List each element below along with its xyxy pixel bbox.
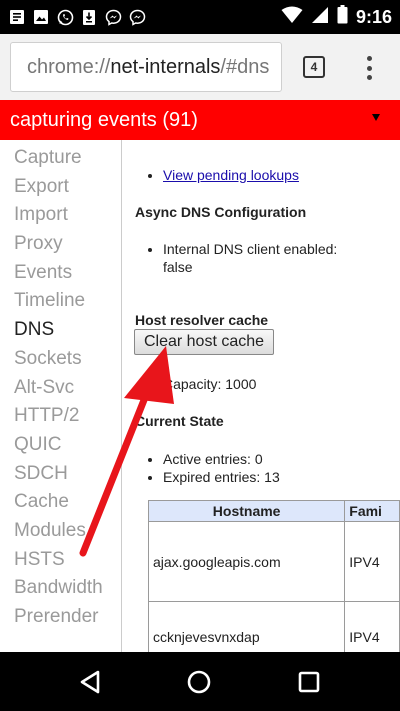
back-icon[interactable] <box>72 664 108 700</box>
url-path: /#dns <box>220 55 270 78</box>
list-item: Active entries: 0 <box>163 450 280 468</box>
browser-toolbar: chrome://net-internals/#dns 4 <box>0 34 400 100</box>
url-host: net-internals <box>110 55 221 78</box>
sidebar-item-sdch[interactable]: SDCH <box>0 460 121 489</box>
address-bar[interactable]: chrome://net-internals/#dns <box>10 42 282 92</box>
navigation-bar <box>0 652 400 711</box>
capture-status-banner[interactable]: capturing events (91) <box>0 100 400 140</box>
list-item: Internal DNS client enabled: false <box>163 240 337 276</box>
dns-panel: View pending lookups Async DNS Configura… <box>123 140 400 652</box>
current-state-heading: Current State <box>135 413 224 429</box>
sidebar-item-http2[interactable]: HTTP/2 <box>0 402 121 431</box>
hostname-cell: ajax.googleapis.com <box>147 521 346 602</box>
sidebar-item-capture[interactable]: Capture <box>0 144 121 173</box>
messenger-icon <box>128 8 146 26</box>
host-cache-table: Hostname Fami ajax.googleapis.com IPV4 c… <box>147 500 400 652</box>
clock: 9:16 <box>355 6 392 27</box>
list-item: View pending lookups <box>163 166 299 184</box>
tab-switcher-button[interactable]: 4 <box>303 56 325 78</box>
tab-count: 4 <box>310 60 318 74</box>
notification-icons <box>8 8 146 26</box>
sidebar-item-import[interactable]: Import <box>0 201 121 230</box>
dropdown-arrow-icon[interactable] <box>372 114 380 121</box>
async-dns-heading: Async DNS Configuration <box>135 204 307 220</box>
overflow-menu-icon[interactable] <box>360 54 378 82</box>
sidebar-item-modules[interactable]: Modules <box>0 517 121 546</box>
list-item: Capacity: 1000 <box>163 375 256 393</box>
sidebar-item-export[interactable]: Export <box>0 173 121 202</box>
sidebar-item-alt-svc[interactable]: Alt-Svc <box>0 374 121 403</box>
messenger-icon <box>104 8 122 26</box>
internal-dns-value: false <box>163 259 193 275</box>
family-cell: IPV4 <box>344 521 400 602</box>
async-dns-list: Internal DNS client enabled: false <box>123 240 337 276</box>
gallery-icon <box>32 8 50 26</box>
system-indicators: 9:16 <box>281 5 392 29</box>
sidebar-item-hsts[interactable]: HSTS <box>0 546 121 575</box>
list-item: Expired entries: 13 <box>163 468 280 486</box>
sidebar-item-cache[interactable]: Cache <box>0 488 121 517</box>
family-cell: IPV4 <box>344 601 400 652</box>
sidebar-item-events[interactable]: Events <box>0 259 121 288</box>
wifi-icon <box>281 6 303 29</box>
battery-icon <box>337 5 348 29</box>
sidebar-item-sockets[interactable]: Sockets <box>0 345 121 374</box>
current-state-list: Active entries: 0 Expired entries: 13 <box>123 450 280 486</box>
table-row: ccknjevesvnxdap IPV4 <box>147 601 400 652</box>
download-icon <box>80 8 98 26</box>
home-icon[interactable] <box>181 664 217 700</box>
signal-icon <box>311 6 329 29</box>
url-scheme: chrome:// <box>27 55 111 78</box>
cache-capacity-list: Capacity: 1000 <box>123 375 256 393</box>
table-header-row: Hostname Fami <box>147 500 400 522</box>
view-pending-lookups-link[interactable]: View pending lookups <box>163 167 299 183</box>
family-column-header: Fami <box>344 500 400 522</box>
sidebar-item-proxy[interactable]: Proxy <box>0 230 121 259</box>
notes-icon <box>8 8 26 26</box>
recent-apps-icon[interactable] <box>291 664 327 700</box>
sidebar-item-prerender[interactable]: Prerender <box>0 603 121 632</box>
clear-host-cache-button[interactable]: Clear host cache <box>134 329 274 355</box>
sidebar-item-quic[interactable]: QUIC <box>0 431 121 460</box>
sidebar: Capture Export Import Proxy Events Timel… <box>0 140 122 652</box>
host-cache-heading: Host resolver cache <box>135 312 269 328</box>
hostname-cell: ccknjevesvnxdap <box>147 601 346 652</box>
hostname-column-header: Hostname <box>147 500 346 522</box>
status-bar: 9:16 <box>0 0 400 34</box>
pending-lookups-list: View pending lookups <box>123 166 299 184</box>
capture-status-text: capturing events (91) <box>10 108 198 131</box>
sidebar-item-timeline[interactable]: Timeline <box>0 287 121 316</box>
table-row: ajax.googleapis.com IPV4 <box>147 521 400 602</box>
whatsapp-icon <box>56 8 74 26</box>
sidebar-item-bandwidth[interactable]: Bandwidth <box>0 574 121 603</box>
sidebar-item-dns[interactable]: DNS <box>0 316 121 345</box>
internal-dns-label: Internal DNS client enabled: <box>163 241 338 257</box>
